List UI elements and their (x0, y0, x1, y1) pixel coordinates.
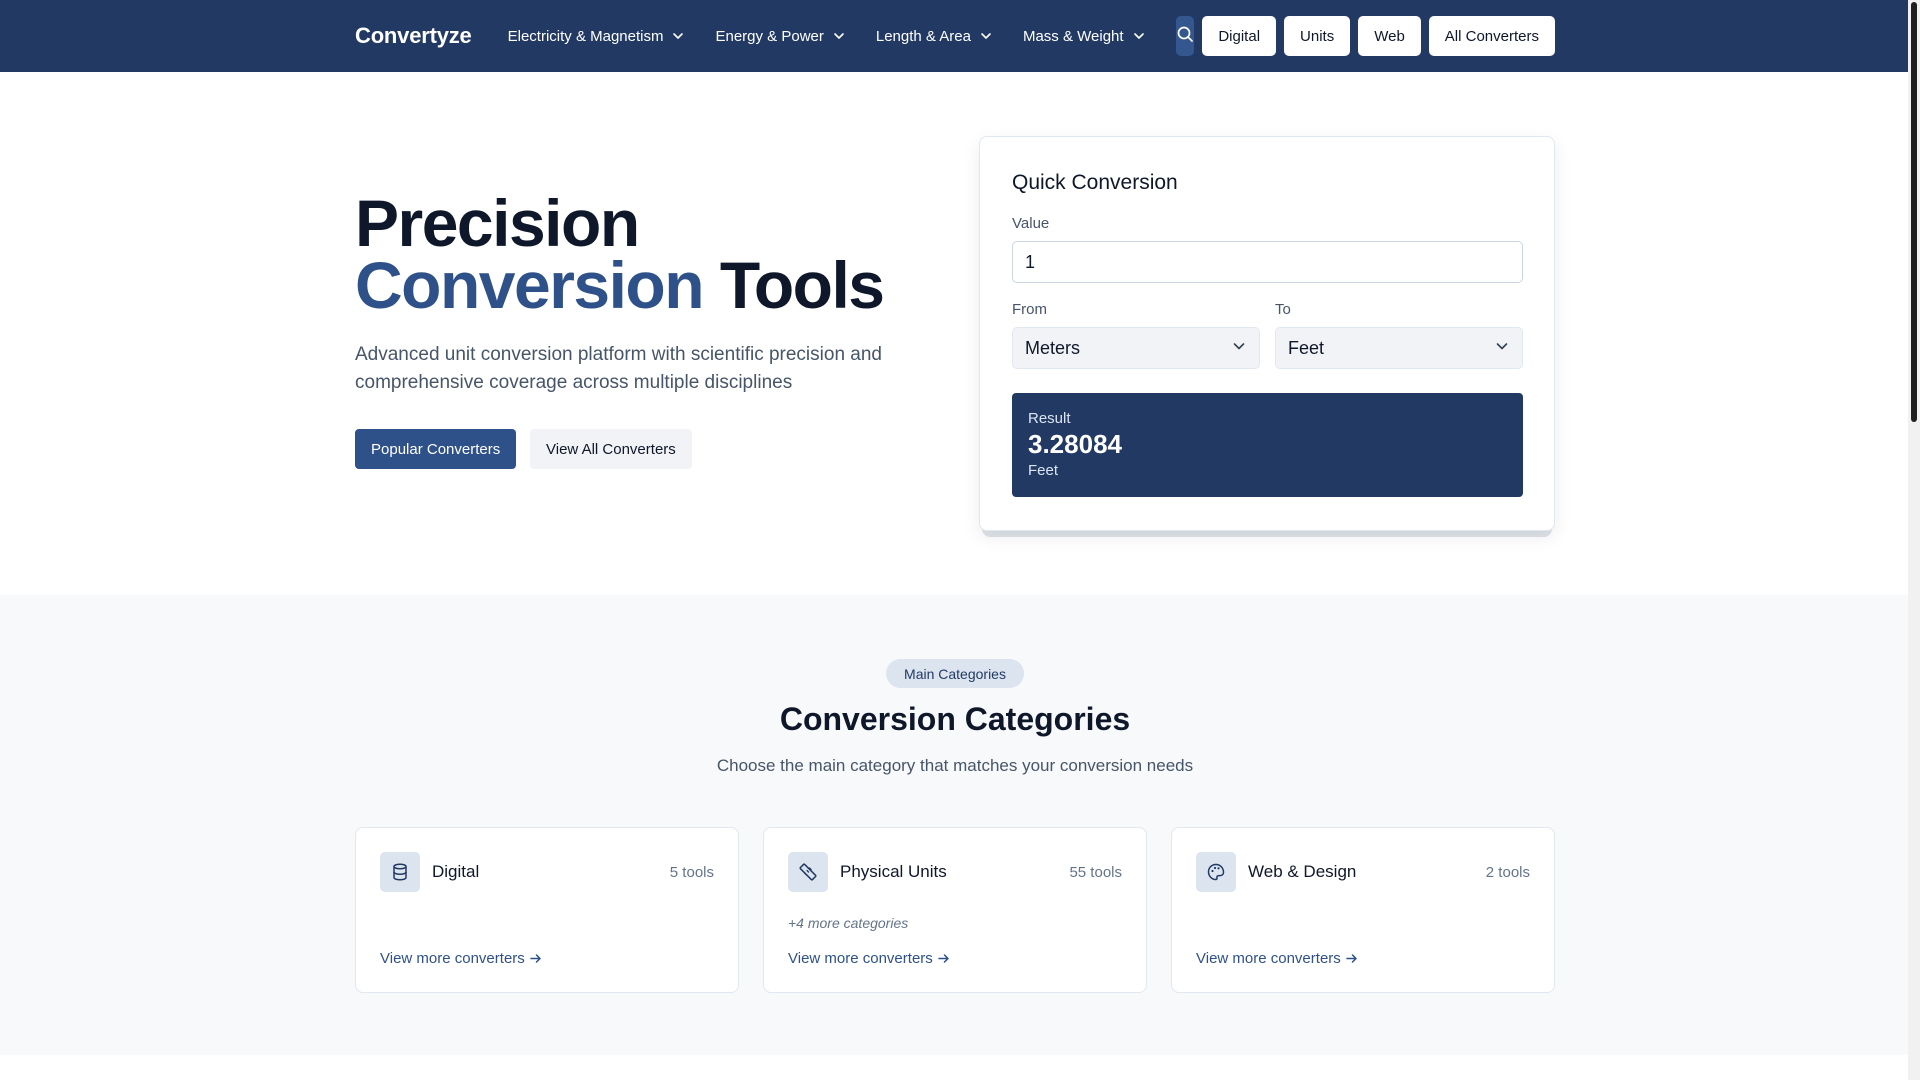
category-tool-count: 2 tools (1485, 864, 1530, 881)
category-card-web-design[interactable]: Web & Design 2 tools View more converter… (1171, 827, 1555, 993)
more-categories-note: +4 more categories (788, 915, 909, 931)
ruler-icon (788, 852, 828, 892)
category-tool-count: 5 tools (669, 864, 714, 881)
result-label: Result (1028, 410, 1071, 427)
chevron-down-icon (832, 29, 846, 43)
from-unit-select[interactable]: Meters (1012, 327, 1260, 369)
category-card-physical-units[interactable]: Physical Units 55 tools +4 more categori… (763, 827, 1147, 993)
brand-logo[interactable]: Convertyze (355, 23, 472, 49)
nav-label: Length & Area (875, 27, 971, 45)
chevron-down-icon (1494, 338, 1510, 359)
from-label: From (1012, 301, 1047, 318)
quick-conversion-title: Quick Conversion (1012, 171, 1178, 194)
main-categories-badge: Main Categories (886, 659, 1024, 688)
arrow-right-icon (937, 952, 950, 965)
page-scrollbar[interactable] (1908, 0, 1920, 1080)
value-label: Value (1012, 215, 1050, 232)
view-more-label: View more converters (380, 950, 525, 967)
quick-link-web[interactable]: Web (1358, 16, 1421, 56)
search-button[interactable] (1175, 16, 1195, 56)
to-unit-select[interactable]: Feet (1275, 327, 1523, 369)
chevron-down-icon (1231, 338, 1247, 359)
nav-label: Energy & Power (715, 27, 824, 45)
nav-energy-power[interactable]: Energy & Power (715, 28, 845, 45)
categories-subheading: Choose the main category that matches yo… (716, 756, 1194, 775)
view-all-converters-button[interactable]: View All Converters (530, 429, 692, 469)
arrow-right-icon (529, 952, 542, 965)
value-input[interactable] (1012, 241, 1523, 283)
nav-electricity-magnetism[interactable]: Electricity & Magnetism (508, 28, 686, 45)
from-unit-value: Meters (1025, 337, 1081, 358)
view-more-label: View more converters (788, 950, 933, 967)
categories-section: Main Categories Conversion Categories Ch… (0, 595, 1908, 1055)
view-more-converters-link[interactable]: View more converters (1196, 950, 1358, 967)
view-more-label: View more converters (1196, 950, 1341, 967)
category-tool-count: 55 tools (1069, 864, 1122, 881)
chevron-down-icon (1132, 29, 1146, 43)
navbar-inner: Convertyze Electricity & Magnetism Energ… (355, 0, 1555, 72)
nav-mass-weight[interactable]: Mass & Weight (1023, 28, 1146, 45)
top-navbar: Convertyze Electricity & Magnetism Energ… (0, 0, 1908, 72)
category-name: Web & Design (1248, 862, 1357, 881)
search-icon (1176, 25, 1194, 48)
to-unit-value: Feet (1288, 337, 1325, 358)
result-panel: Result 3.28084 Feet (1012, 393, 1523, 497)
nav-label: Mass & Weight (1022, 27, 1124, 45)
database-icon (380, 852, 420, 892)
quick-link-units[interactable]: Units (1284, 16, 1351, 56)
hero-title-accent: Conversion (355, 248, 705, 322)
hero-title-rest: Tools (719, 248, 885, 322)
quick-link-all-converters[interactable]: All Converters (1428, 16, 1555, 56)
chevron-down-icon (979, 29, 993, 43)
hero-subtitle: Advanced unit conversion platform with s… (355, 344, 882, 393)
nav-label: Electricity & Magnetism (507, 27, 664, 45)
result-unit: Feet (1028, 462, 1059, 479)
category-name: Digital (432, 862, 480, 881)
arrow-right-icon (1345, 952, 1358, 965)
category-card-digital[interactable]: Digital 5 tools View more converters (355, 827, 739, 993)
chevron-down-icon (671, 29, 685, 43)
palette-icon (1196, 852, 1236, 892)
hero-title: Precision Conversion Tools (355, 190, 885, 318)
popular-converters-button[interactable]: Popular Converters (355, 429, 517, 469)
nav-length-area[interactable]: Length & Area (876, 28, 993, 45)
scrollbar-thumb[interactable] (1911, 2, 1917, 422)
quick-link-digital[interactable]: Digital (1202, 16, 1277, 56)
result-value: 3.28084 (1028, 429, 1122, 459)
category-menu: Electricity & Magnetism Energy & Power L… (508, 28, 1176, 45)
to-label: To (1275, 301, 1291, 318)
view-more-converters-link[interactable]: View more converters (788, 950, 950, 967)
category-name: Physical Units (840, 862, 947, 881)
categories-heading: Conversion Categories (779, 701, 1131, 737)
quick-conversion-card: Quick Conversion Value From To Meters Fe… (979, 136, 1555, 531)
view-more-converters-link[interactable]: View more converters (380, 950, 542, 967)
